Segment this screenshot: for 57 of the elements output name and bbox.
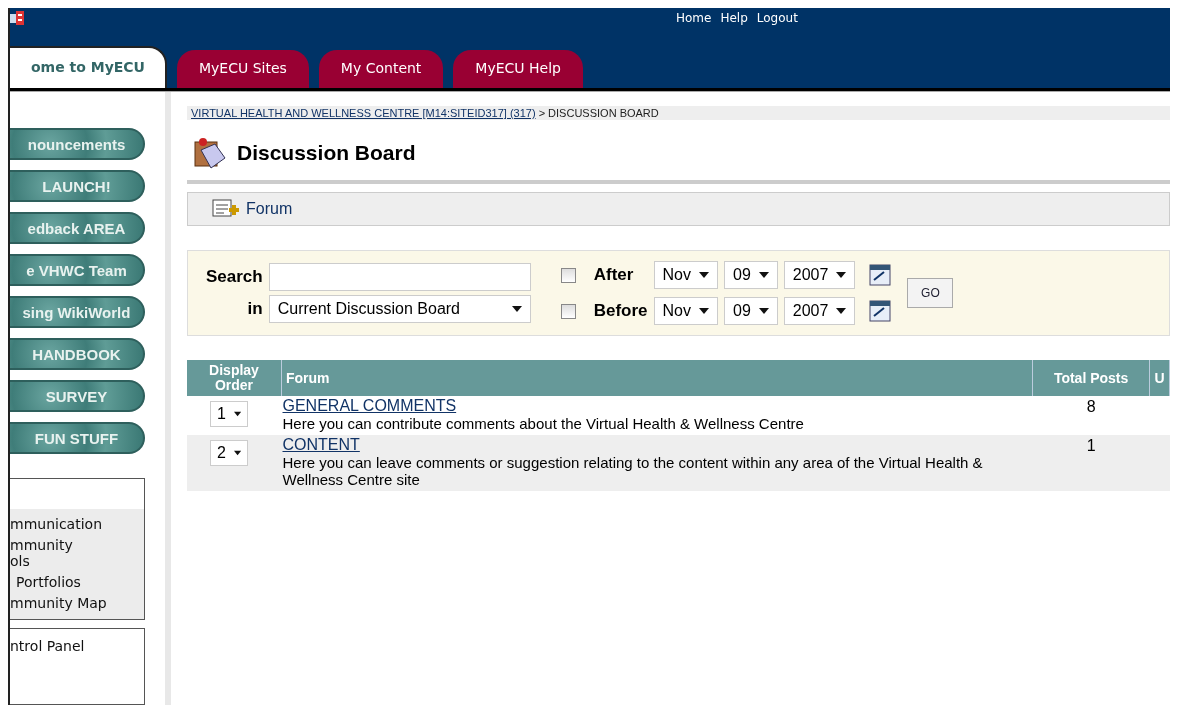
clipboard-icon <box>193 136 227 170</box>
nav-link[interactable]: Home <box>676 11 712 25</box>
tab[interactable]: My Content <box>318 50 444 88</box>
dropdown[interactable]: 2 <box>210 440 248 466</box>
page-title: Discussion Board <box>237 141 416 165</box>
checkbox[interactable] <box>560 303 576 319</box>
dropdown[interactable]: 09 <box>724 261 778 289</box>
caret-icon <box>699 272 709 278</box>
calendar-icon <box>869 264 892 286</box>
date-label: After <box>593 265 635 285</box>
breadcrumb-link[interactable]: VIRTUAL HEALTH AND WELLNESS CENTRE [M14:SITEID317] (317) <box>191 107 536 119</box>
dropdown[interactable]: Nov <box>653 297 718 325</box>
forum-description: Here you can leave comments or suggestion relating to the content within any area of the Virtual Health & Wellness Centre site <box>282 454 984 490</box>
tab[interactable]: ome to MyECU <box>10 46 167 88</box>
checkbox[interactable] <box>560 267 576 283</box>
caret-icon <box>758 272 769 278</box>
logo-icon <box>10 11 24 25</box>
nav-link[interactable]: Logout <box>756 11 798 25</box>
nav-link[interactable]: Help <box>720 11 748 25</box>
dropdown[interactable]: Current Discussion Board <box>268 295 531 323</box>
dropdown[interactable]: 1 <box>210 401 248 427</box>
column-header: U <box>1149 360 1170 396</box>
dropdown[interactable]: Nov <box>653 261 718 289</box>
column-header: Forum <box>281 360 1033 396</box>
forum-link[interactable]: Forum <box>246 200 293 218</box>
search-label: Search <box>206 267 263 287</box>
dropdown[interactable]: 2007 <box>783 297 856 325</box>
dropdown[interactable]: 09 <box>724 297 778 325</box>
dropdown[interactable]: 2007 <box>783 261 856 289</box>
forum-add-icon <box>212 199 242 219</box>
tool-link[interactable]: ntrol Panel <box>10 637 144 658</box>
in-label: in <box>246 299 263 319</box>
calendar-icon <box>869 300 892 322</box>
caret-icon <box>836 272 847 278</box>
go-button[interactable]: GO <box>907 278 954 308</box>
breadcrumb-current: > DISCUSSION BOARD <box>538 107 659 119</box>
forum-link[interactable]: GENERAL COMMENTS <box>282 397 457 415</box>
forum-link[interactable]: CONTENT <box>282 436 360 454</box>
search-field[interactable] <box>268 263 531 291</box>
tab[interactable]: MyECU Help <box>453 50 583 88</box>
column-header: Total Posts <box>1032 360 1150 396</box>
caret-icon <box>758 308 769 314</box>
caret-icon <box>699 308 709 314</box>
tab[interactable]: MyECU Sites <box>177 50 309 88</box>
tool-link[interactable]: mmunity Map <box>10 594 144 615</box>
forum-description: Here you can contribute comments about the Virtual Health & Wellness Centre <box>282 415 805 434</box>
tool-link[interactable]: Portfolios <box>10 573 144 594</box>
tool-link[interactable]: mmunity ols <box>10 536 144 573</box>
caret-icon <box>511 306 522 312</box>
post-count: 1 <box>1086 437 1096 454</box>
post-count: 8 <box>1086 398 1096 415</box>
caret-icon <box>836 308 847 314</box>
caret-icon <box>233 450 241 456</box>
column-header: Display Order <box>187 360 282 396</box>
tool-link[interactable]: mmunication <box>10 515 144 536</box>
date-label: Before <box>593 301 648 321</box>
caret-icon <box>233 411 241 417</box>
